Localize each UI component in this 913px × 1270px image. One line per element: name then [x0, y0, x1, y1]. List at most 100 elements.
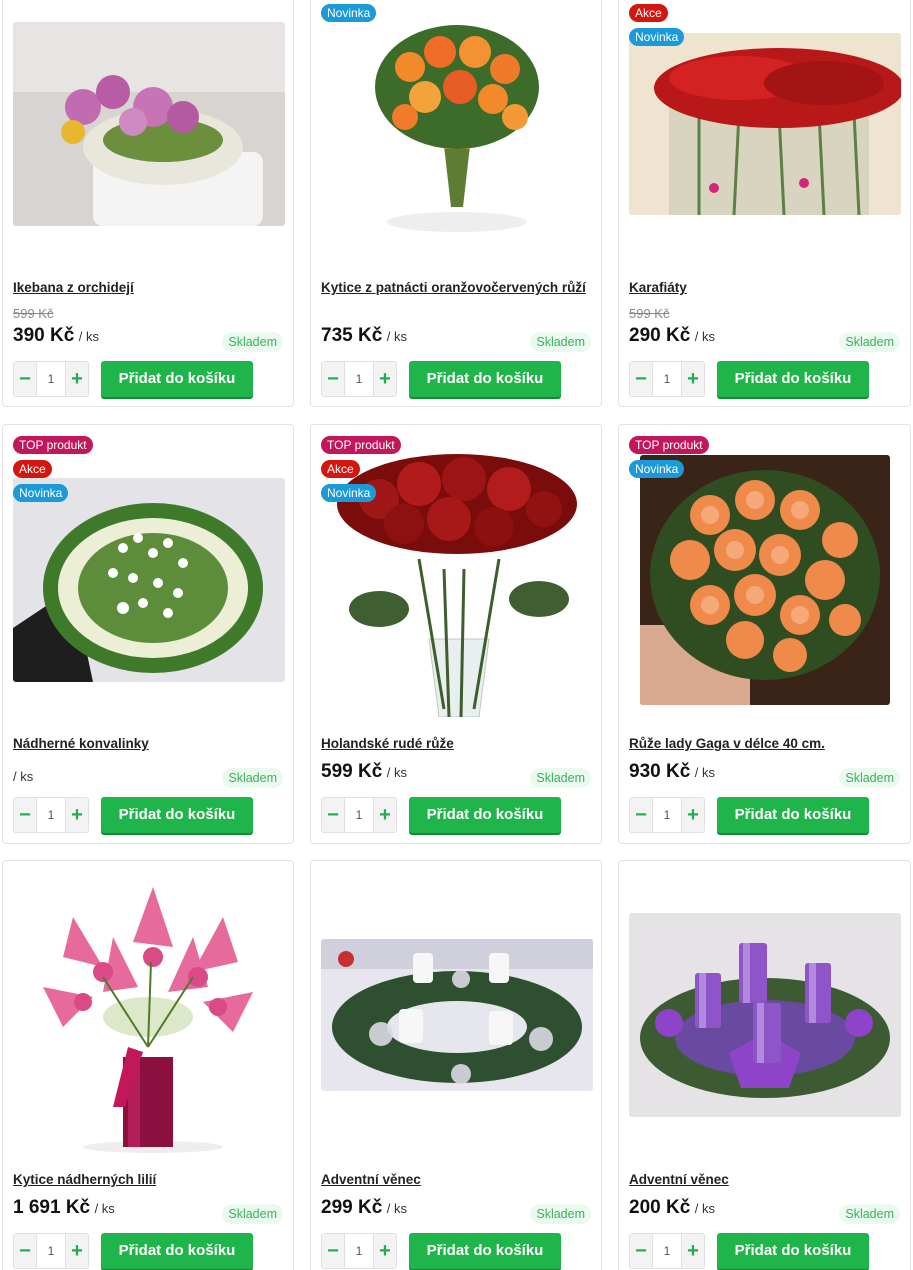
product-image[interactable] — [13, 22, 285, 226]
product-card: TOP produkt Akce Novinka Nádherné konval… — [2, 424, 294, 844]
product-image[interactable] — [365, 17, 549, 239]
price: 299 Kč — [321, 1197, 383, 1218]
quantity-stepper: − 1 + — [13, 361, 89, 397]
stock-badge: Skladem — [839, 1204, 900, 1224]
product-name[interactable]: Kytice z patnácti oranžovočervených růží — [321, 280, 591, 295]
stock-badge: Skladem — [530, 1204, 591, 1224]
price-unit: / ks — [694, 329, 715, 344]
increase-button[interactable]: + — [374, 1234, 396, 1268]
product-card: Ikebana z orchidejí 599 Kč 390 Kč / ks S… — [2, 0, 294, 407]
product-image[interactable] — [629, 33, 901, 215]
decrease-button[interactable]: − — [322, 362, 344, 396]
product-name[interactable]: Adventní věnec — [321, 1172, 591, 1187]
stock-badge: Skladem — [839, 332, 900, 352]
quantity-stepper: − 1 + — [629, 361, 705, 397]
price-unit: / ks — [694, 765, 715, 780]
price-row: 390 Kč / ks — [13, 325, 99, 347]
add-to-cart-button[interactable]: Přidat do košíku — [717, 1233, 869, 1269]
quantity-stepper: − 1 + — [629, 1233, 705, 1269]
product-name[interactable]: Ikebana z orchidejí — [13, 280, 283, 295]
decrease-button[interactable]: − — [630, 798, 652, 832]
product-image[interactable] — [629, 913, 901, 1117]
decrease-button[interactable]: − — [14, 362, 36, 396]
price-row: 290 Kč / ks — [629, 325, 715, 347]
badge-novinka: Novinka — [13, 484, 69, 502]
quantity-stepper: − 1 + — [13, 1233, 89, 1269]
badge-top-produkt: TOP produkt — [629, 436, 709, 454]
product-card: TOP produkt Akce Novinka Holandské rudé … — [310, 424, 602, 844]
stock-badge: Skladem — [839, 768, 900, 788]
quantity-input[interactable]: 1 — [652, 362, 682, 396]
add-to-cart-button[interactable]: Přidat do košíku — [101, 797, 253, 833]
badge-top-produkt: TOP produkt — [321, 436, 401, 454]
quantity-input[interactable]: 1 — [36, 798, 66, 832]
product-name[interactable]: Adventní věnec — [629, 1172, 900, 1187]
product-name[interactable]: Kytice nádherných lilií — [13, 1172, 283, 1187]
increase-button[interactable]: + — [66, 798, 88, 832]
increase-button[interactable]: + — [682, 362, 704, 396]
product-name[interactable]: Nádherné konvalinky — [13, 736, 283, 751]
product-grid: Ikebana z orchidejí 599 Kč 390 Kč / ks S… — [0, 0, 913, 1270]
increase-button[interactable]: + — [374, 798, 396, 832]
stock-badge: Skladem — [222, 768, 283, 788]
badge-akce: Akce — [629, 4, 668, 22]
add-to-cart-button[interactable]: Přidat do košíku — [409, 361, 561, 397]
decrease-button[interactable]: − — [630, 1234, 652, 1268]
quantity-input[interactable]: 1 — [652, 1234, 682, 1268]
price-row: 930 Kč / ks — [629, 761, 715, 783]
price-unit: / ks — [386, 1201, 407, 1216]
price: 390 Kč — [13, 325, 75, 346]
quantity-input[interactable]: 1 — [36, 1234, 66, 1268]
product-image[interactable] — [640, 455, 890, 705]
price: 200 Kč — [629, 1197, 691, 1218]
decrease-button[interactable]: − — [322, 1234, 344, 1268]
decrease-button[interactable]: − — [322, 798, 344, 832]
increase-button[interactable]: + — [682, 798, 704, 832]
decrease-button[interactable]: − — [630, 362, 652, 396]
quantity-stepper: − 1 + — [629, 797, 705, 833]
stock-badge: Skladem — [222, 332, 283, 352]
quantity-input[interactable]: 1 — [344, 1234, 374, 1268]
price-row: 1 691 Kč / ks — [13, 1197, 115, 1219]
add-to-cart-button[interactable]: Přidat do košíku — [409, 797, 561, 833]
quantity-input[interactable]: 1 — [344, 798, 374, 832]
increase-button[interactable]: + — [66, 362, 88, 396]
price-unit: / ks — [386, 329, 407, 344]
product-name[interactable]: Holandské rudé růže — [321, 736, 591, 751]
product-card: Kytice nádherných lilií 1 691 Kč / ks Sk… — [2, 860, 294, 1270]
product-name[interactable]: Růže lady Gaga v délce 40 cm. — [629, 736, 900, 751]
add-to-cart-button[interactable]: Přidat do košíku — [717, 797, 869, 833]
badge-novinka: Novinka — [321, 4, 377, 22]
product-image[interactable] — [321, 939, 593, 1091]
quantity-input[interactable]: 1 — [36, 362, 66, 396]
stock-badge: Skladem — [530, 768, 591, 788]
decrease-button[interactable]: − — [14, 798, 36, 832]
badge-novinka: Novinka — [321, 484, 377, 502]
quantity-input[interactable]: 1 — [652, 798, 682, 832]
badge-akce: Akce — [13, 460, 52, 478]
quantity-input[interactable]: 1 — [344, 362, 374, 396]
price: 599 Kč — [321, 761, 383, 782]
product-image[interactable] — [13, 478, 285, 682]
old-price: 599 Kč — [629, 306, 670, 321]
price: 735 Kč — [321, 325, 383, 346]
product-image[interactable] — [33, 877, 265, 1153]
badge-akce: Akce — [321, 460, 360, 478]
price: 930 Kč — [629, 761, 691, 782]
quantity-stepper: − 1 + — [321, 797, 397, 833]
product-name[interactable]: Karafiáty — [629, 280, 900, 295]
price-unit: / ks — [13, 769, 34, 784]
price-row: 599 Kč / ks — [321, 761, 407, 783]
add-to-cart-button[interactable]: Přidat do košíku — [101, 361, 253, 397]
add-to-cart-button[interactable]: Přidat do košíku — [409, 1233, 561, 1269]
price: 290 Kč — [629, 325, 691, 346]
increase-button[interactable]: + — [66, 1234, 88, 1268]
price-unit: / ks — [78, 329, 99, 344]
add-to-cart-button[interactable]: Přidat do košíku — [717, 361, 869, 397]
add-to-cart-button[interactable]: Přidat do košíku — [101, 1233, 253, 1269]
increase-button[interactable]: + — [682, 1234, 704, 1268]
decrease-button[interactable]: − — [14, 1234, 36, 1268]
increase-button[interactable]: + — [374, 362, 396, 396]
stock-badge: Skladem — [222, 1204, 283, 1224]
price-unit: / ks — [386, 765, 407, 780]
